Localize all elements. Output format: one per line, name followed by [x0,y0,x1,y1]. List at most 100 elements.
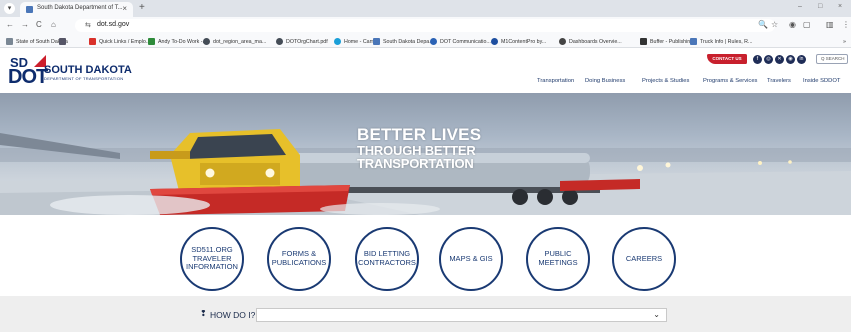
bookmark-favicon-icon [203,38,210,45]
extension-icon[interactable]: ◉ [789,20,796,29]
quick-link-label: PUBLIC MEETINGS [538,249,578,267]
reload-icon[interactable]: C [36,20,42,29]
bookmark-favicon-icon [640,38,647,45]
bookmark-label: South Dakota Depa... [383,38,434,45]
hero-banner: BETTER LIVES THROUGH BETTER TRANSPORTATI… [0,93,851,215]
nav-programs-services[interactable]: Programs & Services [703,78,757,84]
quick-link-careers[interactable]: CAREERS [612,227,676,291]
question-icon: ❢ [200,309,207,318]
bookmark-item[interactable]: Andy To-Do Work -... [148,37,207,46]
bookmark-item[interactable]: DOTOrgChart.pdf [276,37,328,46]
browser-menu-icon[interactable]: ⋮ [842,20,850,29]
bookmark-item[interactable]: Buffer - Publishing [640,37,693,46]
bookmark-label: Buffer - Publishing [650,38,694,45]
bookmark-star-icon[interactable]: ☆ [771,20,778,29]
tab-title: South Dakota Department of T... [37,5,123,11]
bookmark-favicon-icon [89,38,96,45]
quick-links: SD511.ORG TRAVELER INFORMATION FORMS & P… [0,215,851,293]
facebook-icon[interactable]: f [753,55,762,64]
bookmark-label: dot_region_area_ma... [213,38,267,45]
back-icon[interactable]: ← [6,20,14,29]
quick-link-label: MAPS & GIS [449,253,493,263]
site-search-button[interactable]: Q SEARCH [816,54,848,64]
bookmark-item[interactable]: DOT Communicatio... [430,37,491,46]
maximize-button[interactable]: □ [818,3,822,10]
instagram-icon[interactable]: ◎ [764,55,773,64]
bookmark-item[interactable] [59,37,69,46]
hero-line-1: BETTER LIVES [357,125,482,144]
bookmark-label: » [843,38,846,45]
zoom-icon[interactable]: 🔍 [758,20,768,29]
nav-transportation[interactable]: Transportation [537,78,574,84]
bookmark-favicon-icon [59,38,66,45]
bookmark-label: Truck Info | Rules, R... [700,38,753,45]
close-window-button[interactable]: × [838,3,842,10]
minimize-button[interactable]: – [798,3,802,10]
bookmark-item[interactable]: » [843,37,846,46]
nav-travelers[interactable]: Travelers [767,78,791,84]
logo-dot-text: DOT [8,66,48,88]
browser-address-bar: ← → C ⌂ ⇆ dot.sd.gov 🔍 ☆ ◉ ▢ ▥ ⋮ [0,17,851,34]
bookmark-item[interactable]: Home - Canva [334,37,378,46]
x-twitter-icon[interactable]: ✕ [775,55,784,64]
home-icon[interactable]: ⌂ [51,20,56,29]
site-info-icon[interactable]: ⇆ [85,21,91,29]
logo-name: SOUTH DAKOTA [44,64,132,76]
quick-link-label: BID LETTING CONTRACTORS [358,249,416,267]
bookmark-favicon-icon [559,38,566,45]
bookmark-item[interactable]: M1ContentPro by... [491,37,546,46]
hero-tagline: BETTER LIVES THROUGH BETTER TRANSPORTATI… [357,126,481,170]
how-do-i-bar: ❢ HOW DO I? ⌄ [0,296,851,332]
quick-link-label: CAREERS [625,253,663,263]
bookmark-item[interactable]: dot_region_area_ma... [203,37,266,46]
tab-search-dropdown-icon[interactable]: ▾ [4,3,15,14]
sidepanel-icon[interactable]: ▢ [803,20,811,29]
bookmark-label: Quick Links / Emplo... [99,38,151,45]
bookmark-label: Dashboards Overvie... [569,38,622,45]
quick-link-label: SD511.ORG TRAVELER INFORMATION [186,245,238,272]
bookmark-label: DOTOrgChart.pdf [286,38,328,45]
profile-icon[interactable]: ▥ [826,20,834,29]
quick-link-bid-letting[interactable]: BID LETTING CONTRACTORS [355,227,419,291]
browser-tab-bar: ▾ South Dakota Department of T... × + – … [0,0,851,17]
how-do-i-label: HOW DO I? [210,310,256,320]
browser-tab[interactable]: South Dakota Department of T... × [20,2,133,17]
url-text: dot.sd.gov [97,21,130,28]
bookmark-favicon-icon [148,38,155,45]
bookmark-item[interactable]: Quick Links / Emplo... [89,37,150,46]
logo-subtitle: DEPARTMENT OF TRANSPORTATION [44,76,124,81]
bookmark-favicon-icon [491,38,498,45]
quick-link-public-meetings[interactable]: PUBLIC MEETINGS [526,227,590,291]
bookmark-favicon-icon [373,38,380,45]
bookmark-favicon-icon [334,38,341,45]
site-header: SD DOT SOUTH DAKOTA DEPARTMENT OF TRANSP… [0,48,851,93]
nav-doing-business[interactable]: Doing Business [585,78,625,84]
contact-us-button[interactable]: CONTACT US [707,54,747,64]
linkedin-icon[interactable]: in [797,55,806,64]
youtube-icon[interactable]: ◉ [786,55,795,64]
bookmark-label: M1ContentPro by... [501,38,547,45]
bookmark-item[interactable]: Dashboards Overvie... [559,37,622,46]
bookmark-favicon-icon [690,38,697,45]
tab-close-icon[interactable]: × [122,4,127,13]
quick-link-forms[interactable]: FORMS & PUBLICATIONS [267,227,331,291]
new-tab-button[interactable]: + [139,2,145,13]
quick-link-label: FORMS & PUBLICATIONS [271,249,327,267]
quick-link-maps-gis[interactable]: MAPS & GIS [439,227,503,291]
url-field[interactable]: ⇆ dot.sd.gov [75,19,775,32]
nav-inside-sddot[interactable]: Inside SDDOT [803,78,840,84]
nav-projects-studies[interactable]: Projects & Studies [642,78,689,84]
how-do-i-select[interactable]: ⌄ [256,308,667,322]
bookmark-label: DOT Communicatio... [440,38,491,45]
bookmark-favicon-icon [6,38,13,45]
bookmark-item[interactable]: Truck Info | Rules, R... [690,37,752,46]
bookmark-item[interactable]: South Dakota Depa... [373,37,434,46]
bookmark-favicon-icon [430,38,437,45]
chevron-down-icon: ⌄ [653,310,660,319]
tab-favicon-icon [26,6,33,13]
quick-link-sd511[interactable]: SD511.ORG TRAVELER INFORMATION [180,227,244,291]
bookmarks-bar: State of South Dakota Quick Links / Emplo… [0,34,851,48]
bookmark-favicon-icon [276,38,283,45]
forward-icon[interactable]: → [21,20,29,29]
hero-line-3: TRANSPORTATION [357,156,474,171]
